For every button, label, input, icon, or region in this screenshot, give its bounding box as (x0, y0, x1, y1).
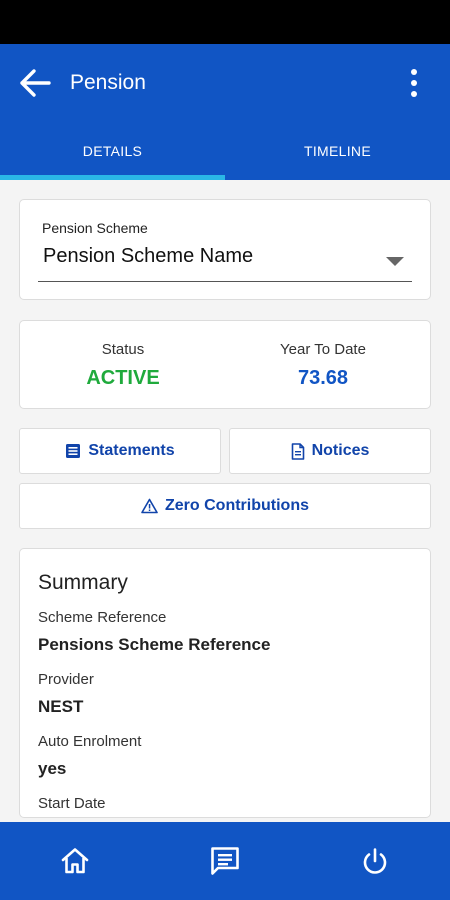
status-label: Status (101, 341, 145, 358)
pension-scheme-value: Pension Scheme Name (43, 245, 254, 267)
toolbar: Pension (0, 44, 450, 124)
auto-enrolment-label: Auto Enrolment (38, 733, 142, 750)
more-options-icon[interactable] (404, 66, 424, 100)
auto-enrolment-value: yes (38, 759, 67, 778)
status-card: Status ACTIVE Year To Date 73.68 (19, 320, 431, 409)
list-icon (66, 444, 81, 458)
status-value: ACTIVE (86, 367, 160, 389)
bottom-navigation (0, 822, 450, 900)
pension-scheme-card: Pension Scheme Pension Scheme Name (19, 199, 431, 300)
tab-bar: DETAILS TIMELINE (0, 124, 450, 180)
scheme-reference-label: Scheme Reference (38, 609, 167, 626)
back-arrow-icon[interactable] (18, 68, 52, 98)
year-to-date-label: Year To Date (280, 341, 366, 358)
warning-icon (141, 498, 158, 514)
app-bar: Pension DETAILS TIMELINE (0, 44, 450, 180)
statements-button[interactable]: Statements (19, 428, 221, 474)
message-icon[interactable] (207, 844, 243, 878)
notices-button[interactable]: Notices (229, 428, 431, 474)
year-to-date-stat: Year To Date 73.68 (220, 341, 426, 390)
notices-label: Notices (311, 442, 370, 459)
power-icon[interactable] (357, 844, 393, 878)
start-date-label: Start Date (38, 795, 106, 812)
dropdown-arrow-icon (386, 257, 404, 266)
zero-contributions-button[interactable]: Zero Contributions (19, 483, 431, 529)
page-title: Pension (70, 71, 146, 94)
system-status-bar (0, 0, 450, 44)
summary-card: Summary Scheme Reference Pensions Scheme… (19, 548, 431, 818)
summary-title: Summary (38, 571, 128, 594)
status-stat: Status ACTIVE (20, 341, 226, 390)
tab-details[interactable]: DETAILS (0, 124, 225, 180)
pension-scheme-label: Pension Scheme (42, 220, 148, 236)
provider-label: Provider (38, 671, 94, 688)
zero-contributions-label: Zero Contributions (165, 497, 309, 514)
scheme-reference-value: Pensions Scheme Reference (38, 635, 271, 654)
home-icon[interactable] (57, 844, 93, 878)
provider-value: NEST (38, 697, 84, 716)
year-to-date-value: 73.68 (297, 367, 349, 389)
tab-timeline[interactable]: TIMELINE (225, 124, 450, 180)
document-icon (291, 442, 304, 460)
statements-label: Statements (88, 442, 175, 459)
pension-scheme-dropdown[interactable]: Pension Scheme Name (38, 238, 412, 282)
